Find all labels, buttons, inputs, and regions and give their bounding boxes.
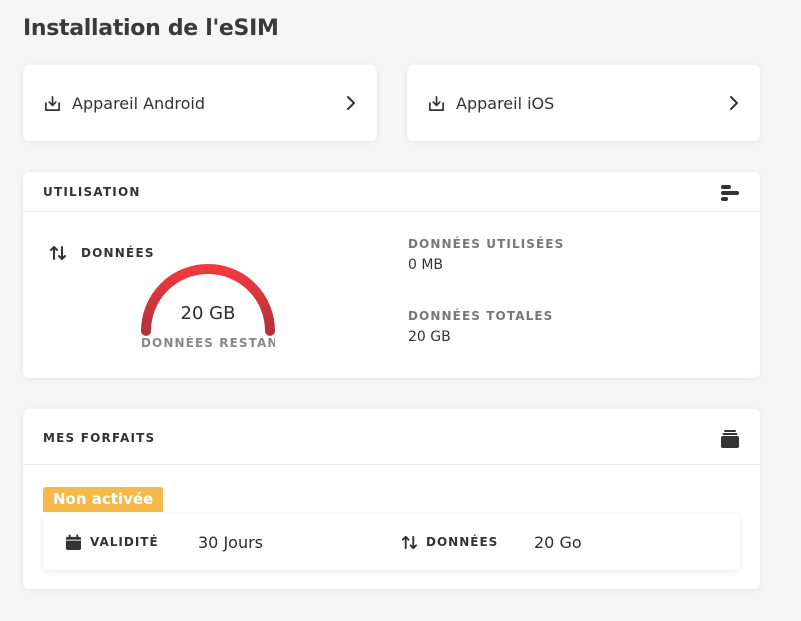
plan-data-value: 20 Go [534, 532, 582, 552]
plans-title: MES FORFAITS [43, 431, 156, 445]
validity-item: VALIDITÉ [65, 514, 159, 570]
plan-data-label: DONNÉES [426, 535, 499, 549]
used-data-stat: DONNÉES UTILISÉES 0 MB [408, 237, 564, 273]
usage-title: UTILISATION [43, 184, 141, 199]
usage-header: UTILISATION [23, 172, 760, 212]
remaining-data-label: DONNÉES RESTANTES [141, 336, 275, 350]
plans-header: MES FORFAITS [23, 409, 760, 465]
android-device-card[interactable]: Appareil Android [23, 65, 377, 141]
ios-device-card[interactable]: Appareil iOS [407, 65, 760, 141]
total-data-value: 20 GB [408, 329, 451, 345]
plan-row[interactable]: VALIDITÉ 30 Jours DONNÉES 20 Go [43, 514, 740, 570]
calendar-icon [65, 533, 82, 550]
remaining-data-value: 20 GB [180, 303, 236, 324]
up-down-arrows-icon [50, 246, 66, 260]
total-data-stat: DONNÉES TOTALES 20 GB [408, 309, 553, 345]
validity-label: VALIDITÉ [90, 535, 159, 549]
total-data-label: DONNÉES TOTALES [408, 309, 554, 323]
chevron-right-icon [347, 96, 355, 110]
remaining-data-gauge [141, 264, 275, 336]
download-icon [428, 95, 445, 111]
used-data-value: 0 MB [408, 257, 444, 273]
usage-card: UTILISATION DONNÉES 20 GB DONNÉES RESTAN… [23, 172, 760, 378]
bar-chart-icon [721, 185, 739, 201]
data-item: DONNÉES [401, 514, 498, 570]
download-icon [44, 95, 61, 111]
plans-card: MES FORFAITS Non activée VALIDITÉ 30 Jou… [23, 409, 760, 589]
ios-device-label: Appareil iOS [456, 93, 555, 113]
android-device-label: Appareil Android [72, 93, 205, 113]
chevron-right-icon [730, 96, 738, 110]
status-badge: Non activée [43, 487, 164, 512]
page-title: Installation de l'eSIM [23, 16, 279, 41]
used-data-label: DONNÉES UTILISÉES [408, 237, 565, 251]
sim-stack-icon [721, 430, 739, 448]
up-down-arrows-icon [401, 535, 418, 549]
validity-value: 30 Jours [198, 532, 264, 552]
